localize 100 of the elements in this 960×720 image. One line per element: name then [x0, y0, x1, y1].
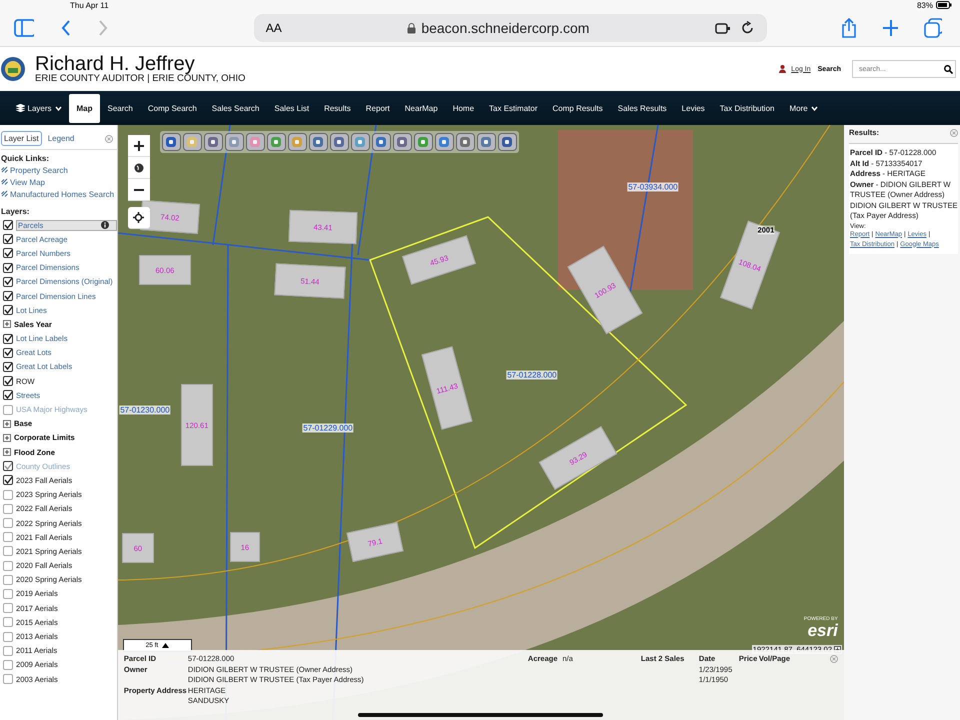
checkbox[interactable]	[3, 376, 13, 386]
nav-menu-button[interactable]: More	[782, 94, 826, 122]
map-tool-button[interactable]	[224, 133, 244, 151]
checkbox[interactable]	[3, 248, 13, 258]
checkbox[interactable]	[3, 348, 13, 358]
map-tool-button[interactable]	[434, 133, 454, 151]
tabs-icon[interactable]	[924, 18, 942, 38]
nav-link[interactable]: Comp Results	[545, 94, 610, 122]
lock-icon	[407, 22, 416, 34]
checkbox[interactable]	[3, 334, 13, 344]
map-tool-button[interactable]	[350, 133, 370, 151]
nav-link[interactable]: Tax Distribution	[712, 94, 782, 122]
map-tool-button[interactable]	[372, 133, 391, 151]
checkbox[interactable]	[3, 588, 13, 599]
checkbox[interactable]	[3, 276, 13, 287]
nav-menu-button[interactable]: Layers	[8, 94, 70, 122]
layers-heading: Layers:	[1, 207, 30, 216]
plus-icon[interactable]	[882, 19, 898, 37]
checkbox[interactable]	[3, 660, 13, 670]
reload-icon[interactable]	[741, 21, 756, 35]
checkbox[interactable]	[3, 617, 13, 628]
checkbox[interactable]	[3, 574, 13, 585]
checkbox[interactable]	[3, 603, 13, 614]
caret-icon	[54, 106, 62, 110]
link-icon	[1, 190, 8, 197]
panel-tab[interactable]: Layer List	[1, 131, 42, 146]
map-tool-button[interactable]	[246, 133, 265, 151]
checkbox[interactable]	[3, 504, 13, 514]
search-icon[interactable]	[944, 65, 953, 74]
checkbox[interactable]	[3, 220, 13, 230]
checkbox[interactable]	[3, 532, 13, 542]
expand-icon[interactable]	[3, 434, 11, 442]
checkbox[interactable]	[3, 518, 13, 528]
quick-link[interactable]: View Map	[1, 178, 45, 187]
map-tool-button[interactable]	[204, 133, 223, 151]
checkbox[interactable]	[3, 234, 13, 244]
back-icon[interactable]	[60, 19, 71, 37]
map-tool-button[interactable]	[266, 133, 286, 151]
link-icon	[1, 166, 8, 173]
nav-link[interactable]: Home	[445, 94, 482, 122]
map-tool-button[interactable]	[162, 133, 181, 151]
nav-link[interactable]: Map	[69, 94, 100, 122]
expand-icon[interactable]	[3, 448, 11, 456]
share-icon[interactable]	[841, 18, 856, 38]
map-tool-button[interactable]	[392, 133, 412, 151]
checkbox[interactable]	[3, 305, 13, 316]
nav-link[interactable]: Comp Search	[140, 94, 204, 122]
map-tool-button[interactable]	[330, 133, 349, 151]
checkbox[interactable]	[3, 674, 13, 684]
map-tool-button[interactable]	[182, 133, 202, 151]
nav-link[interactable]: Sales Search	[204, 94, 267, 122]
parcel-id-label: 57-03934.000	[627, 182, 679, 192]
sidebar-icon[interactable]	[14, 19, 34, 37]
quick-link[interactable]: Manufactured Homes Search	[1, 190, 114, 199]
user-icon	[779, 65, 786, 73]
locate-button[interactable]	[128, 207, 150, 229]
nav-link[interactable]: Levies	[674, 94, 712, 122]
url-text: beacon.schneidercorp.com	[421, 20, 590, 36]
checkbox[interactable]	[3, 291, 13, 302]
checkbox[interactable]	[3, 546, 13, 556]
battery-percent: 83%	[916, 0, 933, 10]
link-icon	[1, 178, 8, 185]
nav-link[interactable]: Tax Estimator	[482, 94, 545, 122]
expand-icon[interactable]	[3, 320, 11, 328]
checkbox[interactable]	[3, 475, 13, 486]
parcel-id-label: 57-01229.000	[302, 424, 354, 432]
map-tool-button[interactable]	[308, 133, 328, 151]
extension-icon[interactable]	[715, 21, 732, 35]
address-bar[interactable]: AA beacon.schneidercorp.com	[254, 14, 768, 42]
map-tool-button[interactable]	[476, 133, 496, 151]
checkbox[interactable]	[3, 362, 13, 372]
caret-icon	[810, 106, 818, 110]
quick-link[interactable]: Property Search	[1, 166, 68, 175]
nav-link[interactable]: Results	[316, 94, 358, 122]
nav-link[interactable]: Sales List	[266, 94, 317, 122]
expand-icon[interactable]	[3, 420, 11, 428]
close-icon[interactable]	[950, 128, 958, 136]
triangle-icon	[162, 643, 170, 648]
quick-links-heading: Quick Links:	[1, 154, 50, 163]
checkbox[interactable]	[3, 560, 13, 571]
crosshair-icon	[133, 212, 144, 223]
nav-link[interactable]: Sales Results	[610, 94, 674, 122]
close-icon[interactable]	[104, 134, 113, 142]
checkbox[interactable]	[3, 262, 13, 273]
battery-icon	[936, 1, 952, 9]
zoom-in-button[interactable]	[128, 135, 150, 157]
checkbox[interactable]	[3, 646, 13, 656]
map-tool-button[interactable]	[456, 133, 475, 151]
panel-tab[interactable]: Legend	[44, 131, 78, 146]
map-tool-button[interactable]	[288, 133, 307, 151]
map-tool-button[interactable]	[498, 133, 517, 151]
checkbox[interactable]	[3, 490, 13, 500]
site-title: Richard H. Jeffrey	[35, 54, 195, 74]
map-tool-button[interactable]	[414, 133, 433, 151]
checkbox[interactable]	[3, 632, 13, 642]
nav-link[interactable]: Report	[358, 94, 398, 122]
nav-link[interactable]: NearMap	[397, 94, 446, 122]
nav-link[interactable]: Search	[100, 94, 140, 122]
checkbox[interactable]	[3, 390, 13, 400]
text-size-button[interactable]: AA	[266, 21, 282, 35]
